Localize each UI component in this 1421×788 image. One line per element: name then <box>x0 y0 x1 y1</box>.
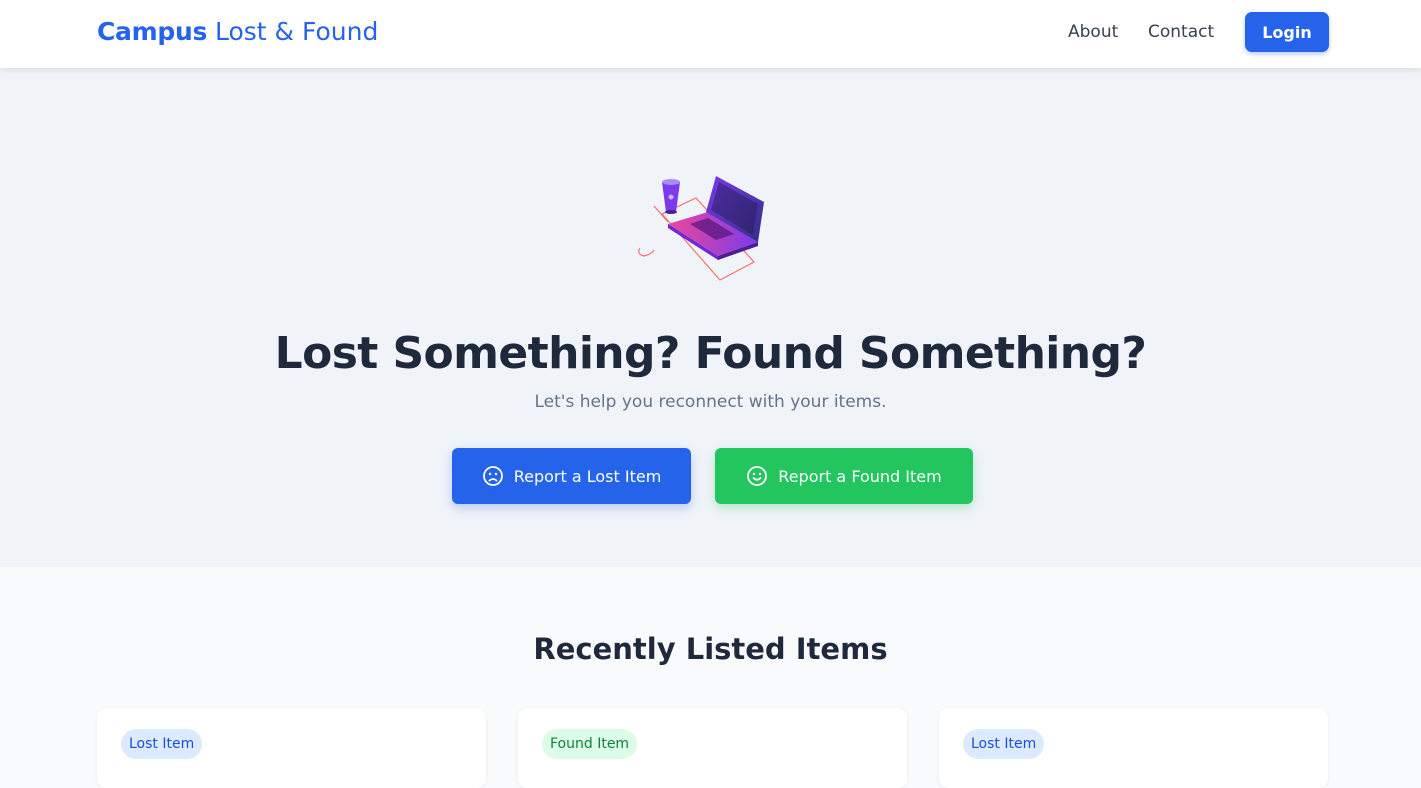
report-found-item-button[interactable]: Report a Found Item <box>715 448 973 504</box>
top-navbar: Campus Lost & Found About Contact Login <box>0 0 1421 68</box>
brand-name-strong: Campus <box>97 17 208 46</box>
lost-item-badge: Lost Item <box>963 729 1045 759</box>
item-card[interactable]: Lost Item <box>97 708 486 788</box>
nav-link-about[interactable]: About <box>1068 20 1118 44</box>
brand-logo[interactable]: Campus Lost & Found <box>97 15 378 49</box>
report-lost-item-label: Report a Lost Item <box>513 466 662 486</box>
report-found-item-label: Report a Found Item <box>778 466 942 486</box>
hero-title: Lost Something? Found Something? <box>274 328 1147 379</box>
lost-item-badge: Lost Item <box>121 729 203 759</box>
found-item-badge: Found Item <box>542 729 638 759</box>
brand-name-light: Lost & Found <box>215 17 379 46</box>
login-button[interactable]: Login <box>1245 12 1329 52</box>
item-card[interactable]: Lost Item <box>939 708 1328 788</box>
sad-face-icon <box>482 466 503 486</box>
report-lost-item-button[interactable]: Report a Lost Item <box>452 448 691 504</box>
hero-subtitle: Let's help you reconnect with your items… <box>534 392 887 412</box>
laptop-and-cup-illustration <box>638 176 764 281</box>
section-title: Recently Listed Items <box>533 632 888 666</box>
item-card[interactable]: Found Item <box>518 708 907 788</box>
hero-section: Lost Something? Found Something? Let's h… <box>0 68 1421 567</box>
smile-face-icon <box>747 466 768 486</box>
nav-link-contact[interactable]: Contact <box>1148 20 1214 44</box>
recent-items-section: Recently Listed Items Lost Item Found It… <box>0 567 1421 788</box>
